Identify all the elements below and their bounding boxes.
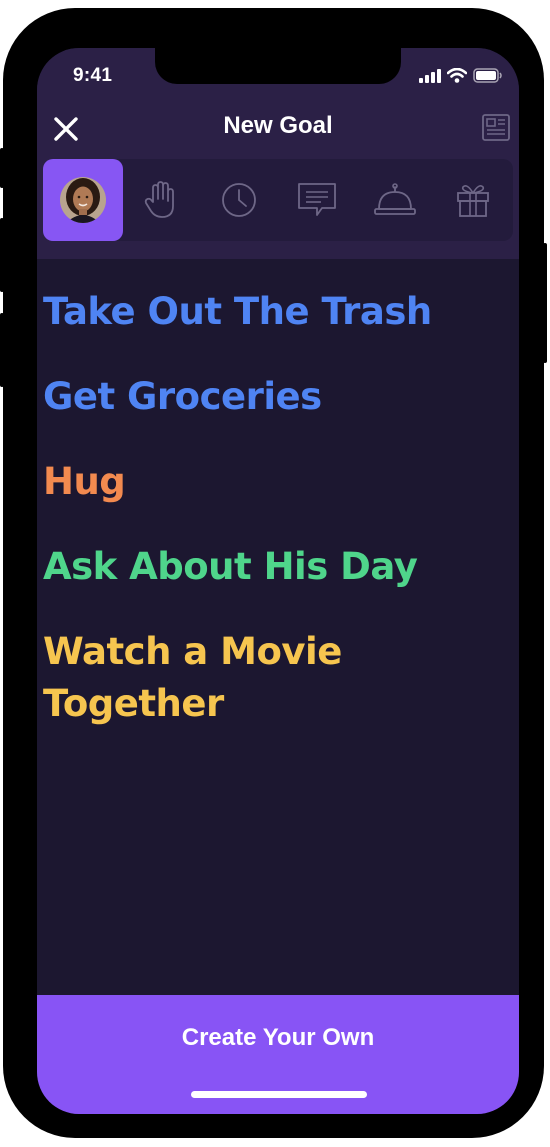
tab-service-bell[interactable] [355,159,435,241]
power-button [543,243,547,363]
battery-icon [473,68,502,83]
tab-contact[interactable] [43,159,123,241]
tab-message[interactable] [277,159,357,241]
page-title: New Goal [223,112,333,139]
tab-hand[interactable] [121,159,201,241]
tab-clock[interactable] [199,159,279,241]
home-indicator [191,1091,367,1098]
goal-option[interactable]: Ask About His Day [43,541,503,593]
hand-icon [144,181,174,218]
clock-icon [222,183,256,217]
cellular-signal-icon [419,68,441,83]
wifi-icon [447,68,467,83]
category-tabbar [43,159,513,241]
tab-gift[interactable] [433,159,513,241]
service-bell-icon [374,183,416,215]
message-icon [298,183,336,216]
status-time: 9:41 [73,65,113,86]
document-icon [482,114,510,141]
volume-down-button [0,313,4,387]
app-screen: 9:41 New Goal Take Out The Trash Get Gro… [37,48,519,1114]
volume-up-button [0,218,4,292]
status-icons [419,68,503,83]
avatar [60,177,106,223]
goal-option[interactable]: Take Out The Trash [43,286,503,338]
camera-notch [155,48,401,84]
goal-option[interactable]: Watch a Movie Together [43,626,383,730]
goal-option[interactable]: Hug [43,456,503,508]
create-your-own-button[interactable]: Create Your Own [37,995,519,1114]
phone-frame: 9:41 New Goal Take Out The Trash Get Gro… [0,8,547,1138]
gift-icon [457,185,489,217]
create-your-own-label: Create Your Own [181,1024,375,1051]
goal-suggestions-list: Take Out The Trash Get Groceries Hug Ask… [43,286,503,763]
goal-option[interactable]: Get Groceries [43,371,503,423]
mute-switch [0,148,4,188]
document-button[interactable] [481,112,511,142]
